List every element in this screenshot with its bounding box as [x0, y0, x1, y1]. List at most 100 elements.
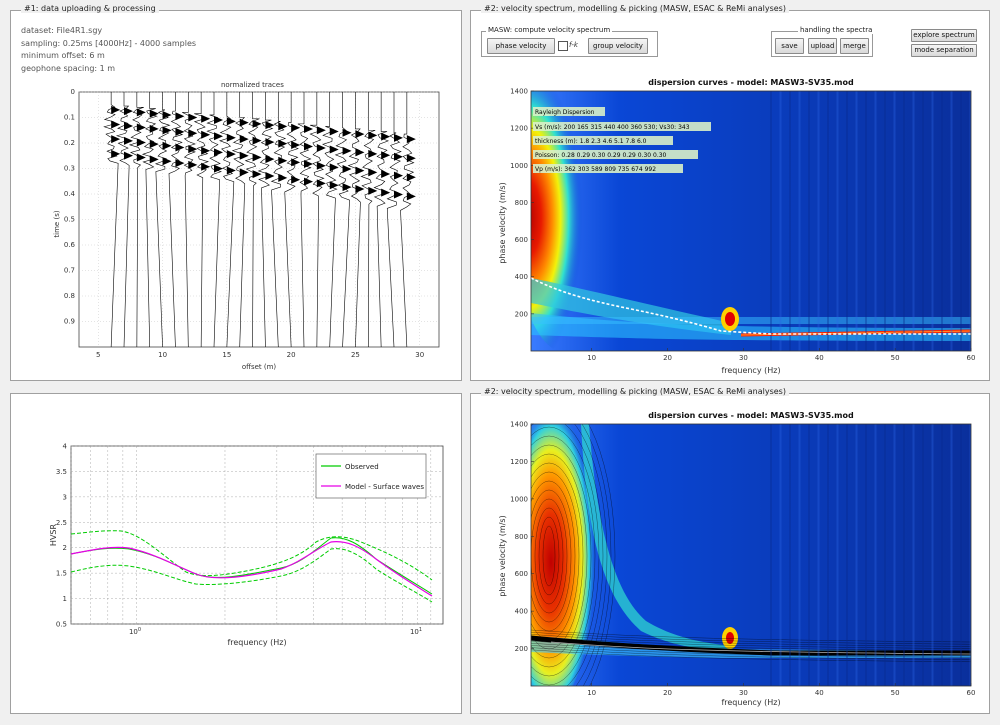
hvsr-tick: 0.5	[56, 621, 67, 629]
frequency-tick: 20	[663, 689, 672, 697]
frequency-tick: 60	[967, 689, 976, 697]
time-tick: 0.9	[64, 318, 75, 326]
explore-spectrum-button[interactable]: explore spectrum	[911, 29, 977, 42]
fk-label: f-k	[569, 41, 578, 49]
velocity-tick: 1000	[510, 495, 528, 503]
hvsr-tick: 4	[63, 443, 68, 451]
dataset-info: dataset: File4R1.sgy sampling: 0.25ms [4…	[21, 25, 196, 75]
frequency-tick: 10	[587, 354, 596, 362]
frequency-tick: 50	[891, 354, 900, 362]
geophone-spacing: geophone spacing: 1 m	[21, 63, 116, 73]
mode-separation-button[interactable]: mode separation	[911, 44, 977, 57]
hvsr-plot[interactable]: 0.511.522.533.54 100 101 frequency (Hz) …	[11, 394, 461, 712]
time-tick: 0.5	[64, 216, 75, 224]
phase-velocity-button[interactable]: phase velocity	[487, 38, 555, 54]
time-tick: 0.2	[64, 139, 75, 147]
legend-model: Model - Surface waves	[345, 483, 424, 491]
hvsr-xtick-1: 100	[129, 627, 141, 636]
offset-axis-ticks: 5 10 15 20 25 30	[96, 351, 424, 359]
velocity-spectrum-panel: #2: velocity spectrum, modelling & picki…	[470, 4, 991, 381]
sampling-info: sampling: 0.25ms [4000Hz] - 4000 samples	[21, 38, 197, 48]
frequency-tick: 60	[967, 354, 976, 362]
data-upload-panel: #1: data uploading & processing dataset:…	[10, 4, 462, 381]
time-tick: 0.6	[64, 241, 76, 249]
upload-button[interactable]: upload	[808, 38, 837, 54]
velocity-tick: 200	[515, 645, 528, 653]
masw-group-label: MASW: compute velocity spectrum	[486, 26, 613, 34]
hvsr-xtick-10: 101	[410, 627, 422, 636]
hvsr-tick: 2	[63, 544, 67, 552]
time-tick: 0.1	[64, 114, 75, 122]
spectrum-title: dispersion curves - model: MASW3-SV35.mo…	[648, 78, 854, 87]
time-axis-ticks: 0 0.1 0.2 0.3 0.4 0.5 0.6 0.7 0.8 0.9	[64, 89, 76, 326]
hvsr-tick: 1.5	[56, 570, 67, 578]
panel-title: #2: velocity spectrum, modelling & picki…	[481, 4, 789, 13]
offset-tick: 30	[415, 351, 424, 359]
velocity-tick: 1200	[510, 125, 528, 133]
spectrum-title-2: dispersion curves - model: MASW3-SV35.mo…	[648, 411, 854, 420]
time-tick: 0.3	[64, 165, 75, 173]
velocity-tick: 800	[515, 199, 528, 207]
velocity-tick: 400	[515, 273, 528, 281]
hvsr-tick: 1	[63, 595, 67, 603]
velocity-tick: 1200	[510, 458, 528, 466]
time-tick: 0.8	[64, 292, 75, 300]
frequency-tick: 30	[739, 354, 748, 362]
offset-tick: 5	[96, 351, 100, 359]
velocity-tick: 1000	[510, 162, 528, 170]
legend-header: Rayleigh Dispersion	[535, 109, 595, 116]
frequency-axis-label: frequency (Hz)	[721, 366, 780, 375]
time-axis-label: time (s)	[53, 210, 61, 237]
velocity-tick: 200	[515, 310, 528, 318]
frequency-tick: 40	[815, 689, 824, 697]
fk-checkbox[interactable]	[558, 41, 568, 51]
frequency-axis-label-2: frequency (Hz)	[721, 698, 780, 707]
time-tick: 0.4	[64, 190, 76, 198]
panel-title: #2: velocity spectrum, modelling & picki…	[481, 387, 789, 396]
hvsr-tick: 3.5	[56, 468, 67, 476]
dispersion-spectrum-bottom[interactable]: dispersion curves - model: MASW3-SV35.mo…	[471, 406, 991, 714]
frequency-tick: 30	[739, 689, 748, 697]
offset-tick: 10	[158, 351, 167, 359]
legend-vs: Vs (m/s): 200 165 315 440 400 360 530; V…	[535, 124, 690, 131]
velocity-axis-label: phase velocity (m/s)	[498, 182, 507, 263]
dispersion-spectrum-top[interactable]: dispersion curves - model: MASW3-SV35.mo…	[471, 73, 991, 381]
offset-tick: 15	[222, 351, 231, 359]
velocity-tick: 1400	[510, 421, 528, 429]
traces-plot-title: normalized traces	[221, 81, 284, 89]
time-tick: 0.7	[64, 267, 75, 275]
legend-vp: Vp (m/s): 362 303 589 809 735 674 992	[535, 166, 656, 173]
legend-thickness: thickness (m): 1.8 2.3 4.6 5.1 7.8 6.0	[535, 138, 647, 145]
offset-tick: 20	[287, 351, 296, 359]
offset-tick: 25	[351, 351, 360, 359]
hvsr-panel: 0.5 1 1.5 2 2.5 3 3.5 4 100 101 frequency (Hz) …	[10, 393, 462, 714]
group-velocity-button[interactable]: group velocity	[588, 38, 648, 54]
velocity-tick: 1400	[510, 88, 528, 96]
time-tick: 0	[71, 89, 75, 96]
seismic-traces-plot[interactable]: 0 0.1 0.2 0.3 0.4 0.5 0.6 0.7 0.8 0.9 5 10 15 20 25 30…	[51, 89, 451, 374]
legend-poisson: Poisson: 0.28 0.29 0.30 0.29 0.29 0.30 0…	[535, 152, 667, 159]
frequency-tick: 50	[891, 689, 900, 697]
dataset-name: dataset: File4R1.sgy	[21, 26, 103, 35]
save-button[interactable]: save	[775, 38, 804, 54]
spectra-group-label: handling the spectra	[798, 26, 875, 34]
hvsr-frequency-label: frequency (Hz)	[227, 638, 286, 647]
offset-axis-label: offset (m)	[242, 363, 277, 371]
velocity-spectrum-panel-2: #2: velocity spectrum, modelling & picki…	[470, 387, 991, 714]
velocity-tick: 600	[515, 236, 528, 244]
frequency-tick: 20	[663, 354, 672, 362]
frequency-tick: 40	[815, 354, 824, 362]
velocity-tick: 800	[515, 533, 528, 541]
legend-observed: Observed	[345, 463, 379, 471]
velocity-tick: 600	[515, 570, 528, 578]
hvsr-tick: 3	[63, 493, 67, 501]
hvsr-axis-label: HVSR	[49, 523, 58, 546]
velocity-axis-ticks-2: 200 400 600 800 1000 1200 1400	[510, 421, 534, 653]
frequency-tick: 10	[587, 689, 596, 697]
minimum-offset: minimum offset: 6 m	[21, 51, 105, 60]
velocity-axis-ticks: 200 400 600 800 1000 1200 1400	[510, 88, 534, 318]
hvsr-legend: Observed Model - Surface waves	[315, 453, 427, 499]
velocity-tick: 400	[515, 608, 528, 616]
velocity-axis-label-2: phase velocity (m/s)	[498, 515, 507, 596]
merge-button[interactable]: merge	[840, 38, 869, 54]
